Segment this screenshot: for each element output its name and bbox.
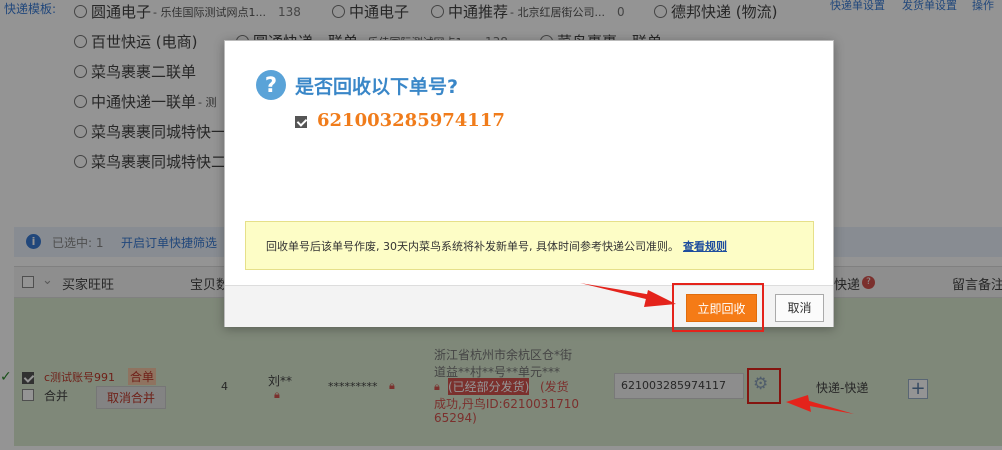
annotation-arrows [580,283,854,414]
arrow-to-gear [786,395,854,414]
arrow-to-confirm [580,283,676,307]
